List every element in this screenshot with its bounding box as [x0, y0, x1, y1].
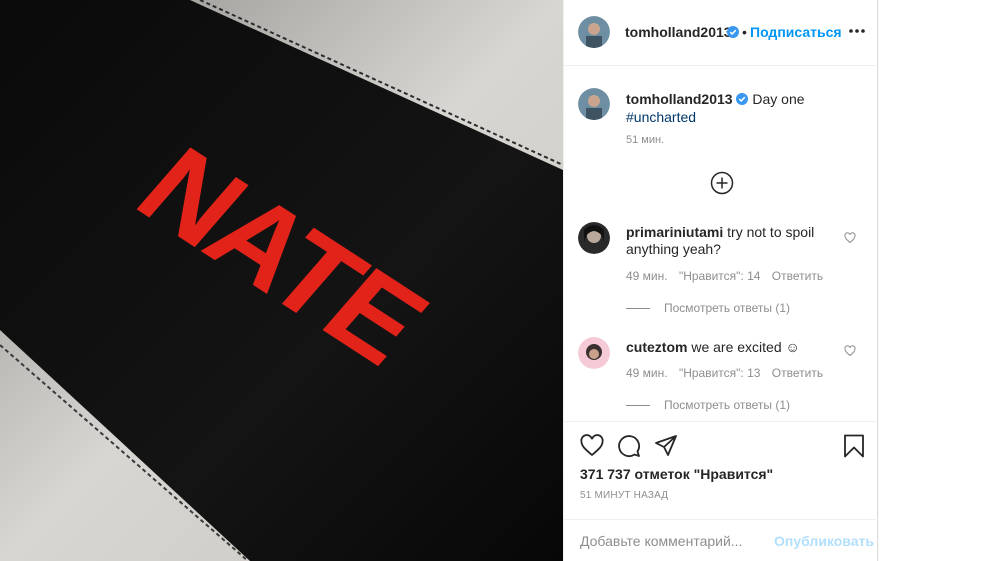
comment-like-heart-icon[interactable]	[844, 232, 856, 244]
page-background-right	[879, 0, 1000, 561]
view-replies-label: Посмотреть ответы (1)	[664, 301, 791, 315]
instagram-post-frame: NATE tomholland2013 • Подписаться tomhol…	[0, 0, 1000, 561]
comment-like-heart-icon[interactable]	[844, 345, 856, 357]
author-avatar[interactable]	[578, 16, 610, 48]
replies-divider-line	[626, 308, 650, 310]
comment-text: we are excited ☺	[691, 339, 800, 355]
verified-badge-icon	[727, 26, 739, 38]
add-comment-bar: Добавьте комментарий... Опубликовать	[564, 519, 878, 561]
comment-meta: 49 мин. "Нравится": 13 Ответить	[626, 366, 831, 380]
caption-username[interactable]: tomholland2013	[626, 91, 733, 107]
commenter-username[interactable]: primariniutami	[626, 224, 723, 240]
commenter-avatar[interactable]	[578, 222, 610, 254]
follow-button[interactable]: Подписаться	[750, 24, 842, 40]
comment-time: 49 мин.	[626, 269, 668, 283]
publish-button[interactable]: Опубликовать	[774, 533, 874, 549]
comment-likes-count[interactable]: "Нравится": 14	[679, 269, 761, 283]
commenter-username[interactable]: cuteztom	[626, 339, 687, 355]
comment-item: primariniutami try not to spoil anything…	[578, 222, 868, 322]
like-heart-icon[interactable]	[580, 434, 604, 458]
header-separator: •	[742, 24, 747, 40]
caption-text-block: tomholland2013 Day one #uncharted	[626, 90, 866, 126]
post-timestamp: 51 МИНУТ НАЗАД	[580, 490, 669, 501]
comment-likes-count[interactable]: "Нравится": 13	[679, 366, 761, 380]
caption-verified-badge-icon	[736, 93, 749, 105]
caption-text: Day one	[752, 91, 805, 107]
load-more-comments-icon[interactable]	[710, 171, 734, 195]
author-username[interactable]: tomholland2013	[625, 24, 732, 40]
caption-hashtag[interactable]: #uncharted	[626, 109, 696, 125]
likes-count[interactable]: 371 737 отметок "Нравится"	[580, 466, 773, 482]
comment-item: cuteztom we are excited ☺ 49 мин. "Нрави…	[578, 337, 868, 417]
replies-divider-line	[626, 405, 650, 407]
caption-time: 51 мин.	[626, 134, 665, 146]
comment-meta: 49 мин. "Нравится": 14 Ответить	[626, 269, 831, 283]
comment-bubble-icon[interactable]	[617, 434, 641, 458]
photo-artwork: NATE	[0, 0, 563, 561]
comment-time: 49 мин.	[626, 366, 668, 380]
caption-author-avatar[interactable]	[578, 88, 610, 120]
commenter-avatar[interactable]	[578, 337, 610, 369]
comment-text-block: cuteztom we are excited ☺	[626, 339, 836, 356]
comment-text-block: primariniutami try not to spoil anything…	[626, 224, 836, 258]
post-header: tomholland2013 • Подписаться	[564, 0, 878, 66]
comment-input[interactable]: Добавьте комментарий...	[580, 533, 742, 549]
view-replies-label: Посмотреть ответы (1)	[664, 398, 791, 412]
view-replies-button[interactable]: Посмотреть ответы (1)	[626, 398, 790, 412]
post-side-panel: tomholland2013 • Подписаться tomholland2…	[563, 0, 878, 561]
post-actions-section: 371 737 отметок "Нравится" 51 МИНУТ НАЗА…	[564, 421, 878, 561]
post-photo[interactable]: NATE	[0, 0, 563, 561]
view-replies-button[interactable]: Посмотреть ответы (1)	[626, 301, 790, 315]
more-options-icon[interactable]	[848, 24, 866, 38]
comment-reply-button[interactable]: Ответить	[772, 366, 823, 380]
comment-reply-button[interactable]: Ответить	[772, 269, 823, 283]
share-send-icon[interactable]	[654, 434, 678, 458]
save-bookmark-icon[interactable]	[843, 434, 865, 458]
